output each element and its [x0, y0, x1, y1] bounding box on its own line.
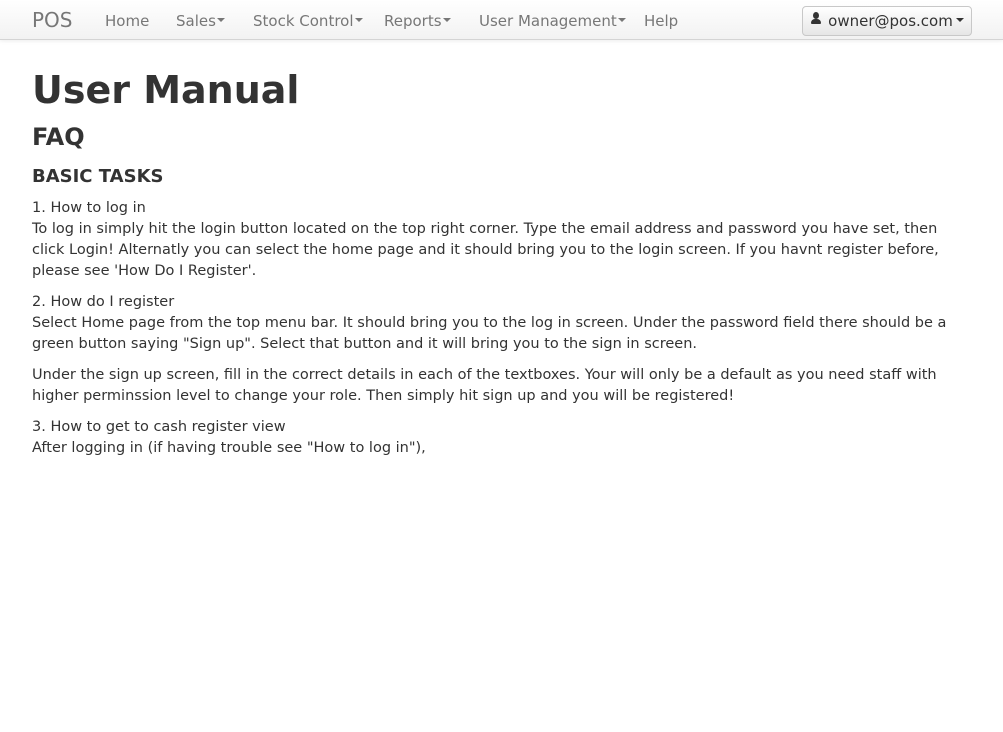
- nav-stock-control-dropdown[interactable]: Stock Control: [253, 11, 363, 31]
- faq-answer: To log in simply hit the login button lo…: [32, 221, 939, 279]
- caret-down-icon: [354, 18, 363, 22]
- subsection-heading-basic-tasks: BASIC TASKS: [32, 166, 164, 187]
- faq-answer: After logging in (if having trouble see …: [32, 440, 426, 456]
- faq-item-login: 1. How to log in To log in simply hit th…: [32, 198, 967, 282]
- faq-item-register: 2. How do I register Select Home page fr…: [32, 292, 967, 407]
- caret-down-icon: [955, 18, 964, 22]
- nav-user-management-label: User Management: [479, 12, 617, 30]
- nav-reports-label: Reports: [384, 12, 442, 30]
- user-email: owner@pos.com: [828, 12, 953, 30]
- caret-down-icon: [216, 18, 225, 22]
- caret-down-icon: [617, 18, 626, 22]
- nav-stock-control-label: Stock Control: [253, 12, 354, 30]
- nav-home-label: Home: [105, 12, 150, 30]
- user-account-dropdown-button[interactable]: owner@pos.com: [802, 6, 972, 36]
- nav-help-label: Help: [644, 12, 679, 30]
- faq-question: 3. How to get to cash register view: [32, 419, 286, 435]
- nav-help[interactable]: Help: [644, 11, 678, 31]
- nav-user-management-dropdown[interactable]: User Management: [479, 11, 626, 31]
- nav-sales-dropdown[interactable]: Sales: [176, 11, 225, 31]
- faq-answer: Select Home page from the top menu bar. …: [32, 315, 947, 352]
- nav-sales-label: Sales: [176, 12, 216, 30]
- caret-down-icon: [442, 18, 451, 22]
- section-heading-faq: FAQ: [32, 123, 85, 151]
- user-icon: [810, 12, 822, 25]
- page-title: User Manual: [32, 68, 300, 112]
- brand-link[interactable]: POS: [32, 8, 73, 32]
- faq-answer-extra: Under the sign up screen, fill in the co…: [32, 367, 937, 404]
- top-navbar: POS Home Sales Stock Control Reports Use…: [0, 0, 1003, 40]
- faq-item-cash-register: 3. How to get to cash register view Afte…: [32, 417, 967, 459]
- nav-home[interactable]: Home: [105, 11, 149, 31]
- faq-question: 1. How to log in: [32, 200, 146, 216]
- nav-reports-dropdown[interactable]: Reports: [384, 11, 451, 31]
- main-content: User Manual FAQ BASIC TASKS 1. How to lo…: [32, 62, 967, 469]
- faq-question: 2. How do I register: [32, 294, 175, 310]
